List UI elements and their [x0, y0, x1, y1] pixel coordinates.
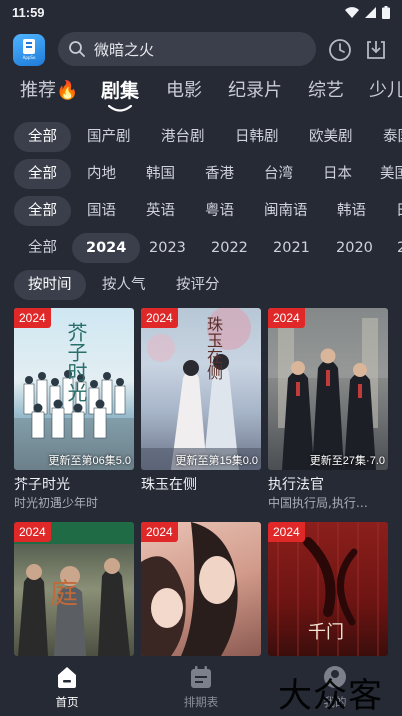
sort-chip-by-time[interactable]: 按时间	[14, 270, 86, 300]
region-chip-all[interactable]: 全部	[14, 159, 71, 189]
score-text: 0.0	[242, 455, 258, 467]
year-badge: 2024	[268, 308, 305, 328]
card-title: 珠玉在侧	[141, 477, 197, 493]
card-title: 芥子时光	[14, 477, 70, 493]
tab-kids[interactable]: 少儿	[369, 78, 402, 104]
wifi-icon	[345, 6, 359, 18]
nav-home-label: 首页	[55, 695, 79, 709]
year-badge: 2024	[14, 308, 51, 328]
logo-tag: AppSo	[22, 54, 36, 60]
battery-icon	[382, 5, 390, 19]
home-icon	[55, 664, 79, 690]
language-chip-cantonese[interactable]: 粤语	[205, 196, 234, 226]
episode-text: 更新至第15集	[175, 455, 243, 467]
top-header: AppSo 微暗之火	[0, 32, 402, 68]
genre-filter-row: 全部 国产剧 港台剧 日韩剧 欧美剧 泰国	[0, 122, 402, 152]
sort-chip-by-rating[interactable]: 按评分	[176, 270, 220, 300]
watermark: 大众客	[278, 676, 383, 716]
year-chip-2024[interactable]: 2024	[72, 233, 141, 263]
year-badge: 2024	[141, 308, 178, 328]
genre-chip-domestic[interactable]: 国产剧	[87, 122, 131, 152]
region-chip-hongkong[interactable]: 香港	[205, 159, 234, 189]
poster-image: 2024	[141, 522, 261, 656]
genre-chip-western[interactable]: 欧美剧	[309, 122, 353, 152]
status-time: 11:59	[12, 4, 45, 20]
tab-documentary[interactable]: 纪录片	[228, 78, 282, 104]
region-chip-mainland[interactable]: 内地	[87, 159, 116, 189]
sort-filter-row: 按时间 按人气 按评分	[0, 270, 402, 300]
search-icon	[69, 41, 85, 57]
year-chip-2020[interactable]: 2020	[336, 233, 373, 263]
genre-chip-hk-tw[interactable]: 港台剧	[161, 122, 205, 152]
search-input[interactable]: 微暗之火	[58, 32, 316, 66]
episode-text: 更新至第06集	[48, 455, 116, 467]
episode-label: 更新至第06集5.0	[48, 452, 131, 468]
region-chip-korea[interactable]: 韩国	[146, 159, 175, 189]
status-bar: 11:59	[0, 0, 402, 24]
card-subtitle: 中国执行局,执行…	[268, 496, 368, 510]
poster-image: 芥子时光 2024 更新至第06集5.0	[14, 308, 134, 470]
logo-page-shape	[23, 38, 35, 54]
poster-title-art: 珠玉在侧	[204, 316, 223, 380]
episode-label: 更新至第15集0.0	[175, 452, 258, 468]
episode-text: 更新至27集	[309, 455, 367, 467]
genre-chip-all[interactable]: 全部	[14, 122, 71, 152]
year-chip-all[interactable]: 全部	[28, 233, 57, 263]
nav-schedule-label: 排期表	[183, 695, 219, 709]
language-chip-minnan[interactable]: 闽南语	[264, 196, 308, 226]
poster-image: 2024 更新至27集·7.0	[268, 308, 388, 470]
year-filter-row: 全部 2024 2023 2022 2021 2020 2	[0, 233, 402, 263]
card-subtitle: 时光初遇少年时	[14, 496, 99, 510]
tab-recommend[interactable]: 推荐🔥	[20, 78, 78, 104]
poster-art	[268, 308, 388, 470]
region-filter-row: 全部 内地 韩国 香港 台湾 日本 美国	[0, 159, 402, 189]
poster-image: 千门 2024	[268, 522, 388, 656]
tab-movies[interactable]: 电影	[166, 78, 202, 104]
year-chip-2021[interactable]: 2021	[273, 233, 310, 263]
region-chip-taiwan[interactable]: 台湾	[264, 159, 293, 189]
region-chip-usa[interactable]: 美国	[380, 159, 402, 189]
tab-variety[interactable]: 综艺	[308, 78, 344, 104]
language-filter-row: 全部 国语 英语 粤语 闽南语 韩语 日	[0, 196, 402, 226]
search-placeholder: 微暗之火	[94, 40, 155, 59]
year-badge: 2024	[141, 522, 178, 542]
year-badge: 2024	[14, 522, 51, 542]
poster-image: 庭 2024	[14, 522, 134, 656]
score-text: 7.0	[369, 455, 385, 467]
poster-title-art: 庭	[50, 577, 79, 610]
genre-chip-thai[interactable]: 泰国	[383, 122, 402, 152]
year-badge: 2024	[268, 522, 305, 542]
year-chip-more[interactable]: 2	[397, 233, 402, 263]
episode-label: 更新至27集·7.0	[309, 455, 385, 467]
calendar-icon	[189, 664, 213, 690]
poster-image: 珠玉在侧 2024 更新至第15集0.0	[141, 308, 261, 470]
category-tabs: 推荐🔥 剧集 电影 纪录片 综艺 少儿	[0, 78, 402, 112]
card-title: 执行法官	[268, 477, 324, 493]
poster-title-art: 千门	[308, 622, 344, 643]
sort-chip-by-popularity[interactable]: 按人气	[102, 270, 146, 300]
language-chip-english[interactable]: 英语	[146, 196, 175, 226]
nav-home[interactable]: 首页	[27, 656, 107, 716]
poster-art	[141, 522, 238, 656]
status-icons	[345, 5, 390, 19]
download-button[interactable]	[362, 36, 390, 64]
history-button[interactable]	[326, 36, 354, 64]
download-icon	[367, 41, 385, 59]
region-chip-japan[interactable]: 日本	[323, 159, 352, 189]
language-chip-korean[interactable]: 韩语	[337, 196, 366, 226]
clock-icon	[329, 39, 351, 61]
year-chip-2023[interactable]: 2023	[149, 233, 186, 263]
language-chip-mandarin[interactable]: 国语	[87, 196, 116, 226]
signal-icon	[365, 6, 376, 18]
language-chip-japanese[interactable]: 日	[396, 196, 402, 226]
score-text: 5.0	[115, 455, 131, 467]
language-chip-all[interactable]: 全部	[14, 196, 71, 226]
nav-schedule[interactable]: 排期表	[161, 656, 241, 716]
app-logo-icon[interactable]: AppSo	[13, 34, 45, 66]
active-tab-indicator	[108, 105, 132, 112]
tab-series[interactable]: 剧集	[101, 78, 139, 104]
year-chip-2022[interactable]: 2022	[211, 233, 248, 263]
genre-chip-jp-kr[interactable]: 日韩剧	[235, 122, 279, 152]
poster-title-art: 芥子时光	[64, 322, 88, 402]
